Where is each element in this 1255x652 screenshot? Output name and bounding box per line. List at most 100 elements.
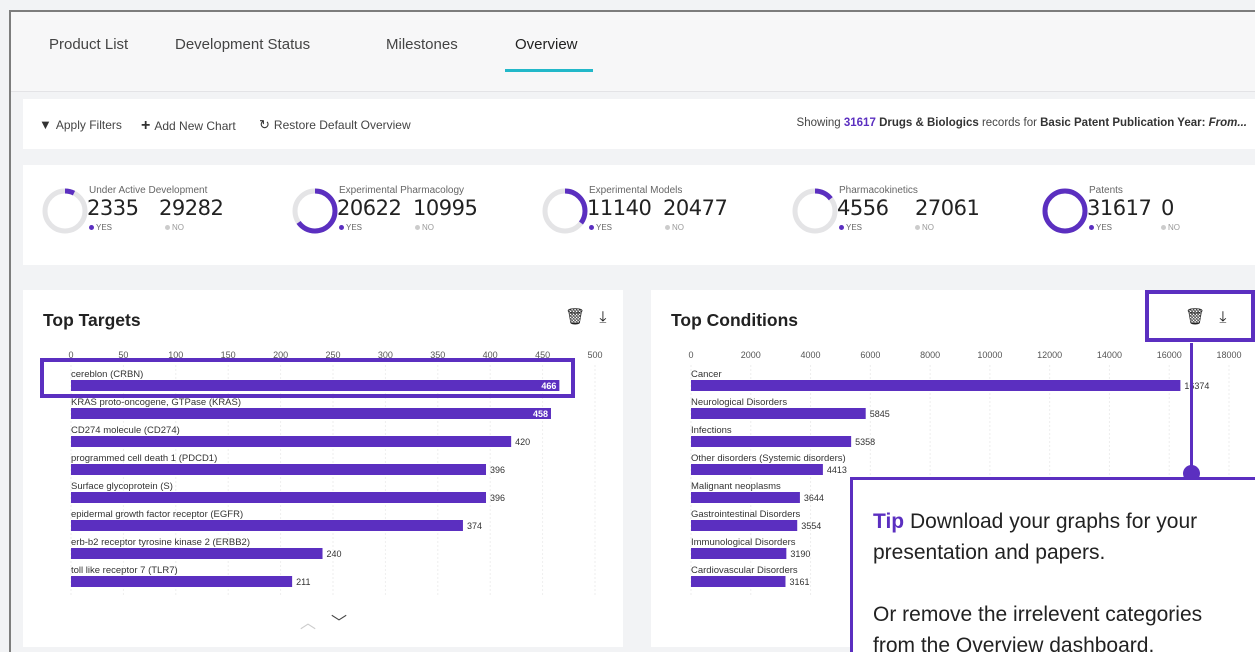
category-label: erb-b2 receptor tyrosine kinase 2 (ERBB2… [71,537,250,548]
category-label: epidermal growth factor receptor (EGFR) [71,509,243,520]
tick-label: 500 [587,350,602,360]
stat-yes-label: YES [339,223,362,232]
bar[interactable] [71,548,323,559]
value-label: 3161 [789,577,809,587]
bar[interactable] [71,576,293,587]
tick-label: 16000 [1157,350,1182,360]
toolbar: ▼ Apply Filters + Add New Chart ↻ Restor… [23,99,1255,149]
category-label: toll like receptor 7 (TLR7) [71,565,178,576]
tip-callout: Tip Download your graphs for your presen… [850,477,1255,652]
bar[interactable] [691,492,800,503]
stat-no-label: NO [415,223,434,232]
category-label: Other disorders (Systemic disorders) [691,453,846,464]
tab-overview[interactable]: Overview [515,36,578,53]
value-label: 5358 [855,437,875,447]
category-label: Malignant neoplasms [691,481,781,492]
plus-icon: + [141,117,151,134]
stat-yes-value: 31617 [1087,196,1152,220]
stat-no-label: NO [665,223,684,232]
donut-chart [542,188,588,234]
stat-label: Under Active Development [89,185,208,196]
stat-no-value: 20477 [663,196,728,220]
tip-line-3: Or remove the irrelevent categories [873,603,1203,626]
panel-title: Top Targets [43,310,141,330]
restore-default-button[interactable]: ↻ Restore Default Overview [259,117,411,133]
tick-label: 10000 [977,350,1002,360]
top-targets-panel: Top Targets 🗑 ⤓ 0 50 100 150 200 250 300 350 400 4… [23,290,623,647]
value-label: 420 [515,437,530,447]
tab-product-list[interactable]: Product List [49,36,128,53]
chevron-up-icon[interactable]: ︿ [300,609,316,633]
stat-no-value: 0 [1161,196,1174,220]
bar[interactable] [71,436,512,447]
add-new-chart-label: Add New Chart [154,119,236,133]
donut-chart [1042,188,1088,234]
bar[interactable] [691,436,852,447]
stat-no-label: NO [165,223,184,232]
category-label: Cancer [691,369,722,380]
download-icon[interactable]: ⤓ [599,309,606,326]
stat-no-label: NO [915,223,934,232]
add-new-chart-button[interactable]: + Add New Chart [141,117,236,135]
category-label: Neurological Disorders [691,397,787,408]
tick-label: 0 [688,350,693,360]
chevron-down-icon[interactable]: ﹀ [331,609,347,633]
stat-label: Patents [1089,185,1123,196]
stat-label: Experimental Pharmacology [339,185,465,196]
value-label: 3554 [801,521,821,531]
value-label: 3644 [804,493,824,503]
category-label: Infections [691,425,732,436]
tick-label: 8000 [920,350,940,360]
stat-no-label: NO [1161,223,1180,232]
tab-milestones[interactable]: Milestones [386,36,458,53]
tip-line-1: Download your graphs for your [909,510,1198,533]
stat-yes-label: YES [839,223,862,232]
bar[interactable] [691,464,823,475]
bar[interactable] [71,520,463,531]
filter-icon: ▼ [39,117,52,132]
value-label: 3190 [790,549,810,559]
callout-line [1190,343,1193,470]
tick-label: 6000 [860,350,880,360]
bar[interactable] [691,380,1181,391]
category-label: programmed cell death 1 (PDCD1) [71,453,217,464]
tip-heading: Tip [873,510,905,533]
stat-yes-value: 11140 [587,196,652,220]
tick-label: 2000 [741,350,761,360]
stat-label: Experimental Models [589,185,683,196]
showing-summary: Showing 31617 Drugs & Biologics records … [796,117,1247,129]
stat-yes-value: 20622 [337,196,402,220]
tick-label: 4000 [801,350,821,360]
category-label: Gastrointestinal Disorders [691,509,801,520]
tab-development-status[interactable]: Development Status [175,36,310,53]
bar[interactable] [71,464,487,475]
panel-actions: 🗑 ⤓ [551,307,606,327]
bar[interactable] [691,548,787,559]
category-label: KRAS proto-oncogene, GTPase (KRAS) [71,397,241,408]
donut-chart [42,188,88,234]
value-label: 211 [296,577,310,587]
donut-chart [292,188,338,234]
bar[interactable] [71,408,551,419]
highlight-box-actions [1145,290,1255,342]
stat-yes-value: 4556 [837,196,889,220]
value-label: 16374 [1184,381,1209,391]
bar[interactable] [691,576,786,587]
stat-no-value: 10995 [413,196,478,220]
value-label: 5845 [870,409,890,419]
record-count: 31617 [843,117,876,129]
restore-icon: ↻ [259,117,270,132]
stat-yes-label: YES [1089,223,1112,232]
trash-icon[interactable]: 🗑 [565,309,585,326]
bar[interactable] [691,408,866,419]
bar[interactable] [691,520,798,531]
tip-line-4: from the Overview dashboard. [873,634,1155,652]
stat-yes-value: 2335 [87,196,139,220]
stat-yes-label: YES [589,223,612,232]
bar[interactable] [71,492,487,503]
stat-label: Pharmacokinetics [839,185,918,196]
tip-line-2: presentation and papers. [873,541,1106,564]
value-label: 396 [490,493,505,503]
tick-label: 12000 [1037,350,1062,360]
apply-filters-button[interactable]: ▼ Apply Filters [39,117,122,132]
